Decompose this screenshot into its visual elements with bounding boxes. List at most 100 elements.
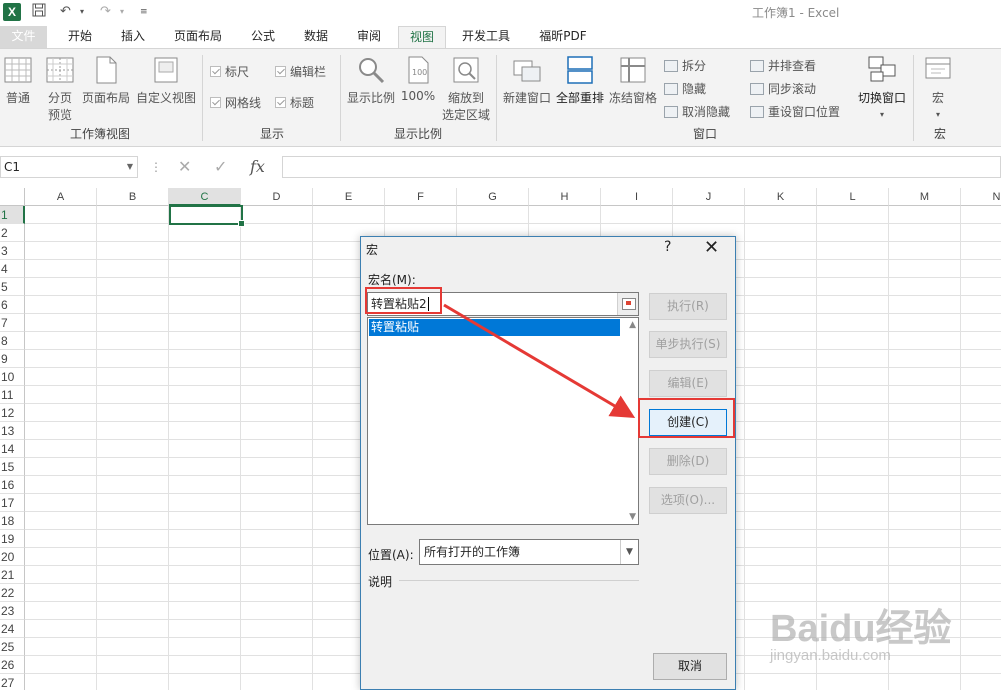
step-into-button[interactable]: 单步执行(S) xyxy=(649,331,727,358)
row-header[interactable]: 22 xyxy=(0,584,25,602)
scroll-up-icon[interactable]: ▲ xyxy=(629,320,636,330)
column-header[interactable]: E xyxy=(313,188,385,206)
delete-button[interactable]: 删除(D) xyxy=(649,448,727,475)
split-button[interactable]: 拆分 xyxy=(664,57,706,75)
hide-button[interactable]: 隐藏 xyxy=(664,80,706,98)
row-header[interactable]: 27 xyxy=(0,674,25,690)
column-header[interactable]: D xyxy=(241,188,313,206)
collapse-dialog-icon[interactable] xyxy=(617,293,638,315)
row-header[interactable]: 13 xyxy=(0,422,25,440)
redo-dropdown-icon[interactable]: ▾ xyxy=(120,3,124,21)
normal-view-button[interactable]: 普通 xyxy=(2,55,34,106)
view-side-by-side-button[interactable]: 并排查看 xyxy=(750,57,816,75)
unhide-button[interactable]: 取消隐藏 xyxy=(664,103,730,121)
row-header[interactable]: 24 xyxy=(0,620,25,638)
formula-input[interactable] xyxy=(282,156,1001,178)
help-icon[interactable]: ? xyxy=(664,239,671,255)
chevron-down-icon[interactable]: ▼ xyxy=(127,157,133,177)
row-header[interactable]: 9 xyxy=(0,350,25,368)
column-header[interactable]: H xyxy=(529,188,601,206)
row-header[interactable]: 18 xyxy=(0,512,25,530)
insert-function-icon[interactable]: fx xyxy=(250,156,265,178)
row-header[interactable]: 25 xyxy=(0,638,25,656)
row-header[interactable]: 14 xyxy=(0,440,25,458)
tab-review[interactable]: 审阅 xyxy=(346,26,392,48)
row-header[interactable]: 1 xyxy=(0,206,25,224)
column-header[interactable]: I xyxy=(601,188,673,206)
row-header[interactable]: 8 xyxy=(0,332,25,350)
enter-icon[interactable]: ✓ xyxy=(214,156,227,178)
column-header[interactable]: A xyxy=(25,188,97,206)
row-header[interactable]: 5 xyxy=(0,278,25,296)
row-header[interactable]: 10 xyxy=(0,368,25,386)
page-layout-view-button[interactable]: 页面布局 xyxy=(80,55,132,106)
freeze-panes-button[interactable]: 冻结窗格 xyxy=(606,55,660,106)
select-all-corner[interactable] xyxy=(0,188,25,206)
zoom-button[interactable]: 显示比例 xyxy=(344,55,398,106)
row-header[interactable]: 6 xyxy=(0,296,25,314)
row-header[interactable]: 23 xyxy=(0,602,25,620)
customize-qat-icon[interactable]: ≡ xyxy=(140,3,148,21)
column-header[interactable]: K xyxy=(745,188,817,206)
column-header[interactable]: C xyxy=(169,188,241,206)
save-icon[interactable] xyxy=(32,3,46,21)
column-header[interactable]: L xyxy=(817,188,889,206)
ruler-checkbox[interactable]: 标尺 xyxy=(210,63,249,81)
active-cell[interactable] xyxy=(169,205,245,227)
arrange-all-button[interactable]: 全部重排 xyxy=(554,55,606,106)
undo-dropdown-icon[interactable]: ▾ xyxy=(80,3,84,21)
row-header[interactable]: 2 xyxy=(0,224,25,242)
row-header[interactable]: 17 xyxy=(0,494,25,512)
row-header[interactable]: 16 xyxy=(0,476,25,494)
list-item[interactable]: 转置粘贴 xyxy=(369,319,620,336)
tab-file[interactable]: 文件 xyxy=(0,26,47,48)
column-header[interactable]: J xyxy=(673,188,745,206)
tab-data[interactable]: 数据 xyxy=(293,26,339,48)
column-header[interactable]: N xyxy=(961,188,1001,206)
row-header[interactable]: 11 xyxy=(0,386,25,404)
row-header[interactable]: 12 xyxy=(0,404,25,422)
column-header[interactable]: G xyxy=(457,188,529,206)
scroll-down-icon[interactable]: ▼ xyxy=(629,512,636,522)
row-header[interactable]: 3 xyxy=(0,242,25,260)
reset-window-position-button[interactable]: 重设窗口位置 xyxy=(750,103,840,121)
cancel-button[interactable]: 取消 xyxy=(653,653,727,680)
page-break-preview-button[interactable]: 分页 预览 xyxy=(44,55,76,123)
row-header[interactable]: 19 xyxy=(0,530,25,548)
edit-button[interactable]: 编辑(E) xyxy=(649,370,727,397)
zoom-100-button[interactable]: 100 100% xyxy=(400,55,436,103)
custom-views-button[interactable]: 自定义视图 xyxy=(134,55,198,106)
tab-home[interactable]: 开始 xyxy=(57,26,103,48)
column-header[interactable]: M xyxy=(889,188,961,206)
macros-button[interactable]: 宏 ▾ xyxy=(920,55,956,120)
row-header[interactable]: 21 xyxy=(0,566,25,584)
row-header[interactable]: 15 xyxy=(0,458,25,476)
tab-developer[interactable]: 开发工具 xyxy=(452,26,520,48)
run-button[interactable]: 执行(R) xyxy=(649,293,727,320)
tab-page-layout[interactable]: 页面布局 xyxy=(164,26,232,48)
macro-list[interactable]: 转置粘贴 ▲ ▼ xyxy=(367,317,639,525)
gridlines-checkbox[interactable]: 网格线 xyxy=(210,94,261,112)
tab-foxit-pdf[interactable]: 福昕PDF xyxy=(529,26,597,48)
location-select[interactable]: 所有打开的工作簿 ▼ xyxy=(419,539,639,565)
redo-icon[interactable]: ↷ xyxy=(100,3,111,21)
sync-scrolling-button[interactable]: 同步滚动 xyxy=(750,80,816,98)
cancel-icon[interactable]: ✕ xyxy=(178,156,191,178)
column-header[interactable]: F xyxy=(385,188,457,206)
switch-windows-button[interactable]: 切换窗口 ▾ xyxy=(854,55,910,120)
zoom-to-selection-button[interactable]: 缩放到 选定区域 xyxy=(440,55,492,123)
options-button[interactable]: 选项(O)... xyxy=(649,487,727,514)
row-header[interactable]: 4 xyxy=(0,260,25,278)
new-window-button[interactable]: 新建窗口 xyxy=(500,55,554,106)
tab-insert[interactable]: 插入 xyxy=(110,26,156,48)
tab-formulas[interactable]: 公式 xyxy=(240,26,286,48)
row-header[interactable]: 20 xyxy=(0,548,25,566)
chevron-down-icon[interactable]: ▼ xyxy=(620,540,638,564)
name-box[interactable]: C1 ▼ xyxy=(0,156,138,178)
row-header[interactable]: 7 xyxy=(0,314,25,332)
tab-view[interactable]: 视图 xyxy=(398,26,446,48)
undo-icon[interactable]: ↶ xyxy=(60,3,71,21)
close-icon[interactable]: ✕ xyxy=(704,237,719,258)
headings-checkbox[interactable]: 标题 xyxy=(275,94,314,112)
formula-bar-checkbox[interactable]: 编辑栏 xyxy=(275,63,326,81)
